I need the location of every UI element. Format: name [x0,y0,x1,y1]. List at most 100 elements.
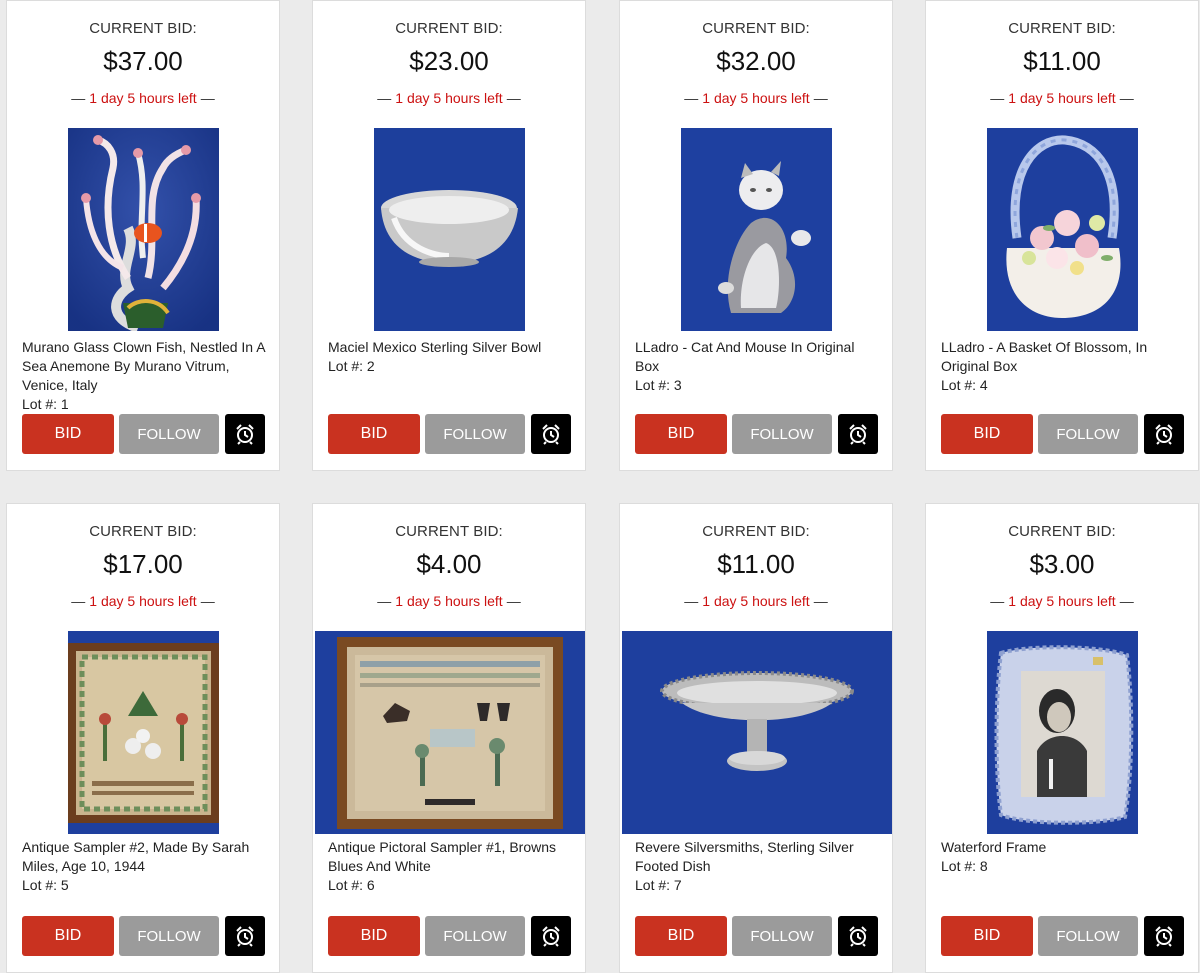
lot-number-value: 3 [673,377,682,393]
lot-card-6: CURRENT BID: $4.00 —1 day 5 hours left — … [312,503,586,973]
lot-title[interactable]: Antique Sampler #2, Made By Sarah Miles,… [22,838,267,876]
lot-number-prefix: Lot #: [22,396,61,412]
lot-card-1: CURRENT BID: $37.00 —1 day 5 hours left —… [6,0,280,471]
follow-button[interactable]: FOLLOW [119,916,219,956]
current-bid-price: $4.00 [416,549,482,579]
follow-button[interactable]: FOLLOW [732,916,832,956]
lot-title-block: LLadro - Cat And Mouse In Original Box L… [635,338,880,395]
lot-title[interactable]: Murano Glass Clown Fish, Nestled In A Se… [22,338,267,395]
alarm-clock-icon [236,424,254,445]
lot-number-prefix: Lot #: [635,377,674,393]
lot-number-value: 8 [979,858,988,874]
time-left: —1 day 5 hours left — [7,90,279,106]
lot-image-silver-bowl[interactable] [374,128,525,331]
lot-number-value: 5 [60,877,69,893]
lot-image-footed-dish[interactable] [622,631,892,834]
bid-button[interactable]: BID [941,916,1033,956]
set-reminder-button[interactable] [1144,414,1184,454]
time-left: —1 day 5 hours left — [926,90,1198,106]
set-reminder-button[interactable] [531,414,571,454]
lot-number: Lot #: 4 [941,376,1186,395]
time-left-text: 1 day 5 hours left [89,593,197,609]
current-bid-price: $37.00 [103,46,183,76]
lot-number-value: 4 [979,377,988,393]
follow-button[interactable]: FOLLOW [1038,414,1138,454]
lot-title[interactable]: Maciel Mexico Sterling Silver Bowl [328,338,573,357]
lot-number: Lot #: 1 [22,395,267,414]
lot-title[interactable]: Revere Silversmiths, Sterling Silver Foo… [635,838,880,876]
follow-button[interactable]: FOLLOW [425,916,525,956]
set-reminder-button[interactable] [225,414,265,454]
current-bid-price: $32.00 [716,46,796,76]
lot-number: Lot #: 3 [635,376,880,395]
dash-left: — [684,593,699,609]
lot-number-value: 7 [673,877,682,893]
lot-number-value: 2 [366,358,375,374]
bid-button[interactable]: BID [635,916,727,956]
lot-actions: BID FOLLOW [22,916,265,956]
lot-title-block: Murano Glass Clown Fish, Nestled In A Se… [22,338,267,414]
current-bid-label: CURRENT BID: [1008,20,1116,37]
bid-button[interactable]: BID [941,414,1033,454]
time-left: —1 day 5 hours left — [7,593,279,609]
lot-title[interactable]: LLadro - A Basket Of Blossom, In Origina… [941,338,1186,376]
dash-right: — [813,90,828,106]
dash-left: — [990,90,1005,106]
lot-card-4: CURRENT BID: $11.00 —1 day 5 hours left —… [925,0,1199,471]
lot-actions: BID FOLLOW [22,414,265,454]
alarm-clock-icon [542,424,560,445]
follow-button[interactable]: FOLLOW [732,414,832,454]
bid-button[interactable]: BID [328,916,420,956]
lot-actions: BID FOLLOW [941,916,1184,956]
lot-image-sampler-1[interactable] [315,631,585,834]
lot-title-block: Waterford Frame Lot #: 8 [941,838,1186,876]
lot-title[interactable]: LLadro - Cat And Mouse In Original Box [635,338,880,376]
dash-right: — [813,593,828,609]
time-left-text: 1 day 5 hours left [89,90,197,106]
lot-title[interactable]: Antique Pictoral Sampler #1, Browns Blue… [328,838,573,876]
lot-card-8: CURRENT BID: $3.00 —1 day 5 hours left — … [925,503,1199,973]
lot-number-prefix: Lot #: [941,858,980,874]
bid-button[interactable]: BID [328,414,420,454]
current-bid-price: $11.00 [1023,46,1101,76]
follow-button[interactable]: FOLLOW [119,414,219,454]
lot-image-cat-figurine[interactable] [681,128,832,331]
lot-title[interactable]: Waterford Frame [941,838,1186,857]
set-reminder-button[interactable] [838,414,878,454]
alarm-clock-icon [1155,424,1173,445]
lot-title-block: Antique Pictoral Sampler #1, Browns Blue… [328,838,573,895]
lot-card-5: CURRENT BID: $17.00 —1 day 5 hours left —… [6,503,280,973]
lot-actions: BID FOLLOW [635,414,878,454]
set-reminder-button[interactable] [531,916,571,956]
lot-image-flower-basket[interactable] [987,128,1138,331]
dash-right: — [200,593,215,609]
lot-card-3: CURRENT BID: $32.00 —1 day 5 hours left —… [619,0,893,471]
set-reminder-button[interactable] [225,916,265,956]
set-reminder-button[interactable] [1144,916,1184,956]
follow-button[interactable]: FOLLOW [425,414,525,454]
dash-right: — [506,593,521,609]
bid-button[interactable]: BID [22,916,114,956]
lot-image-clown-fish[interactable] [68,128,219,331]
time-left: —1 day 5 hours left — [313,593,585,609]
set-reminder-button[interactable] [838,916,878,956]
lot-number: Lot #: 6 [328,876,573,895]
lot-number: Lot #: 7 [635,876,880,895]
current-bid-price: $17.00 [103,549,183,579]
lot-actions: BID FOLLOW [328,916,571,956]
lot-number-prefix: Lot #: [635,877,674,893]
current-bid-price: $3.00 [1029,549,1095,579]
alarm-clock-icon [849,926,867,947]
lot-title-block: LLadro - A Basket Of Blossom, In Origina… [941,338,1186,395]
lot-number: Lot #: 5 [22,876,267,895]
lot-image-sampler-2[interactable] [68,631,219,834]
current-bid-label: CURRENT BID: [1008,523,1116,540]
lot-image-waterford-frame[interactable] [987,631,1138,834]
lot-actions: BID FOLLOW [941,414,1184,454]
current-bid-label: CURRENT BID: [702,20,810,37]
follow-button[interactable]: FOLLOW [1038,916,1138,956]
lot-title-block: Maciel Mexico Sterling Silver Bowl Lot #… [328,338,573,376]
bid-button[interactable]: BID [635,414,727,454]
time-left: —1 day 5 hours left — [926,593,1198,609]
bid-button[interactable]: BID [22,414,114,454]
